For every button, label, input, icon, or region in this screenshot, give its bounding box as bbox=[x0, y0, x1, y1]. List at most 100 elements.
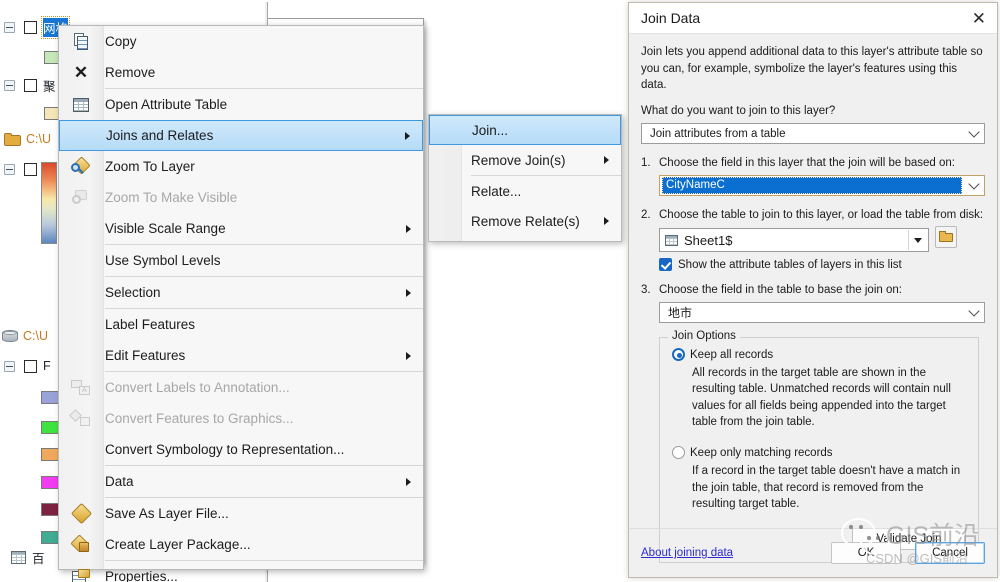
join-type-label: What do you want to join to this layer? bbox=[641, 105, 836, 118]
step-1-label: Choose the field in this layer that the … bbox=[659, 157, 955, 170]
menu-item-edit-features[interactable]: Edit Features bbox=[59, 340, 423, 371]
join-options-legend: Join Options bbox=[668, 330, 740, 343]
submenu-arrow-icon bbox=[405, 131, 410, 140]
keep-matching-records-row[interactable]: Keep only matching records bbox=[672, 446, 966, 460]
properties-icon bbox=[64, 567, 98, 582]
convert-labels-icon: A bbox=[64, 378, 98, 398]
menu-item-label: Convert Labels to Annotation... bbox=[105, 380, 290, 395]
table-name[interactable]: 百 bbox=[32, 548, 45, 567]
menu-item-selection[interactable]: Selection bbox=[59, 277, 423, 308]
menu-item-label: Data bbox=[105, 474, 134, 489]
submenu-item-join[interactable]: Join... bbox=[429, 115, 621, 145]
step-1-number: 1. bbox=[641, 157, 651, 170]
keep-all-records-row[interactable]: Keep all records bbox=[672, 348, 966, 362]
show-attribute-tables-checkbox[interactable] bbox=[659, 258, 672, 272]
color-ramp-swatch[interactable] bbox=[41, 162, 57, 244]
screen-root: 网格 聚 C:\U g C:\U bbox=[0, 0, 1000, 582]
submenu-arrow-icon bbox=[604, 217, 609, 225]
zoom-to-layer-icon bbox=[64, 155, 98, 177]
menu-item-label: Visible Scale Range bbox=[105, 221, 226, 236]
menu-item-visible-scale-range[interactable]: Visible Scale Range bbox=[59, 213, 423, 244]
menu-item-label: Save As Layer File... bbox=[105, 506, 229, 521]
menu-item-create-layer-package[interactable]: Create Layer Package... bbox=[59, 529, 423, 560]
menu-item-convert-features-to-graphics: Convert Features to Graphics... bbox=[59, 403, 423, 434]
join-type-select[interactable]: Join attributes from a table bbox=[641, 123, 985, 145]
geodatabase-icon bbox=[2, 329, 18, 343]
menu-item-label: Edit Features bbox=[105, 348, 186, 363]
browse-table-button[interactable] bbox=[935, 225, 957, 248]
menu-item-label: Label Features bbox=[105, 317, 196, 332]
about-joining-data-link[interactable]: About joining data bbox=[641, 547, 733, 559]
step-3-label: Choose the field in the table to base th… bbox=[659, 284, 902, 297]
step-3-number: 3. bbox=[641, 284, 651, 297]
keep-matching-records-radio[interactable] bbox=[672, 446, 685, 460]
menu-item-remove[interactable]: ✕ Remove bbox=[59, 57, 423, 88]
menu-item-use-symbol-levels[interactable]: Use Symbol Levels bbox=[59, 245, 423, 276]
submenu-arrow-icon bbox=[406, 351, 411, 360]
keep-matching-records-description: If a record in the target table doesn't … bbox=[692, 465, 961, 510]
toc-row[interactable]: 聚 bbox=[4, 76, 56, 94]
toc-row[interactable]: C:\U bbox=[2, 327, 48, 345]
toc-row[interactable]: F bbox=[4, 357, 51, 375]
layer-visibility-checkbox[interactable] bbox=[24, 78, 37, 92]
menu-item-label: Selection bbox=[105, 285, 161, 300]
menu-item-label: Zoom To Layer bbox=[105, 159, 195, 174]
menu-item-label: Properties... bbox=[105, 569, 178, 582]
step-2-label-row: 2. Choose the table to join to this laye… bbox=[641, 209, 985, 221]
layer-field-value: CityNameC bbox=[662, 177, 962, 195]
table-field-select[interactable]: 地市 bbox=[659, 302, 985, 324]
menu-item-convert-symbology-to-representation[interactable]: Convert Symbology to Representation... bbox=[59, 434, 423, 465]
layer-field-select[interactable]: CityNameC bbox=[659, 175, 985, 197]
submenu-arrow-icon bbox=[406, 288, 411, 297]
submenu-item-relate[interactable]: Relate... bbox=[429, 176, 621, 206]
join-data-dialog: Join Data ✕ Join lets you append additio… bbox=[628, 2, 998, 578]
dialog-title: Join Data bbox=[641, 10, 701, 26]
toc-row[interactable]: 百 bbox=[11, 548, 45, 566]
step-3-label-row: 3. Choose the field in the table to base… bbox=[641, 284, 985, 296]
cancel-button[interactable]: Cancel bbox=[915, 542, 985, 564]
menu-item-label: Convert Symbology to Representation... bbox=[105, 442, 345, 457]
submenu-arrow-icon bbox=[604, 156, 609, 164]
chevron-down-icon bbox=[968, 305, 980, 317]
menu-item-joins-and-relates[interactable]: Joins and Relates bbox=[59, 120, 423, 151]
expander-collapse-icon[interactable] bbox=[4, 21, 15, 33]
layer-visibility-checkbox[interactable] bbox=[24, 20, 37, 34]
expander-collapse-icon[interactable] bbox=[4, 163, 15, 175]
ok-button[interactable]: OK bbox=[831, 542, 901, 564]
joins-and-relates-submenu: Join... Remove Join(s) Relate... Remove … bbox=[428, 114, 622, 242]
menu-item-label: Create Layer Package... bbox=[105, 537, 251, 552]
close-icon[interactable]: ✕ bbox=[969, 10, 989, 27]
keep-all-records-radio[interactable] bbox=[672, 348, 685, 362]
expander-collapse-icon[interactable] bbox=[4, 360, 15, 372]
step-2-number: 2. bbox=[641, 209, 651, 222]
dialog-titlebar: Join Data ✕ bbox=[629, 3, 997, 34]
join-table-select[interactable]: Sheet1$ bbox=[659, 228, 929, 253]
menu-item-label: Use Symbol Levels bbox=[105, 253, 221, 268]
menu-item-label-features[interactable]: Label Features bbox=[59, 309, 423, 340]
menu-item-copy[interactable]: Copy bbox=[59, 26, 423, 57]
layer-visibility-checkbox[interactable] bbox=[24, 162, 37, 176]
menu-item-label: Convert Features to Graphics... bbox=[105, 411, 294, 426]
menu-item-label: Zoom To Make Visible bbox=[105, 190, 238, 205]
expander-collapse-icon[interactable] bbox=[4, 79, 15, 91]
show-attribute-tables-row[interactable]: Show the attribute tables of layers in t… bbox=[659, 258, 985, 272]
submenu-item-remove-relates[interactable]: Remove Relate(s) bbox=[429, 206, 621, 236]
submenu-arrow-icon bbox=[406, 224, 411, 233]
menu-item-label: Copy bbox=[105, 34, 137, 49]
submenu-item-label: Remove Join(s) bbox=[471, 152, 566, 168]
layer-visibility-checkbox[interactable] bbox=[24, 359, 37, 373]
submenu-item-remove-joins[interactable]: Remove Join(s) bbox=[429, 145, 621, 175]
menu-item-open-attribute-table[interactable]: Open Attribute Table bbox=[59, 89, 423, 120]
toc-row[interactable]: C:\U bbox=[4, 130, 51, 148]
layer-name[interactable]: 聚 bbox=[43, 76, 56, 95]
workspace-path: C:\U bbox=[23, 329, 48, 343]
layer-name[interactable]: F bbox=[43, 359, 51, 373]
menu-item-zoom-to-layer[interactable]: Zoom To Layer bbox=[59, 151, 423, 182]
menu-item-data[interactable]: Data bbox=[59, 466, 423, 497]
submenu-item-label: Join... bbox=[472, 122, 509, 138]
menu-item-save-as-layer-file[interactable]: Save As Layer File... bbox=[59, 498, 423, 529]
dialog-footer: About joining data OK Cancel bbox=[629, 528, 997, 577]
toc-row bbox=[41, 162, 57, 244]
dropdown-arrow-icon[interactable] bbox=[908, 230, 926, 251]
menu-item-properties[interactable]: Properties... bbox=[59, 561, 423, 582]
